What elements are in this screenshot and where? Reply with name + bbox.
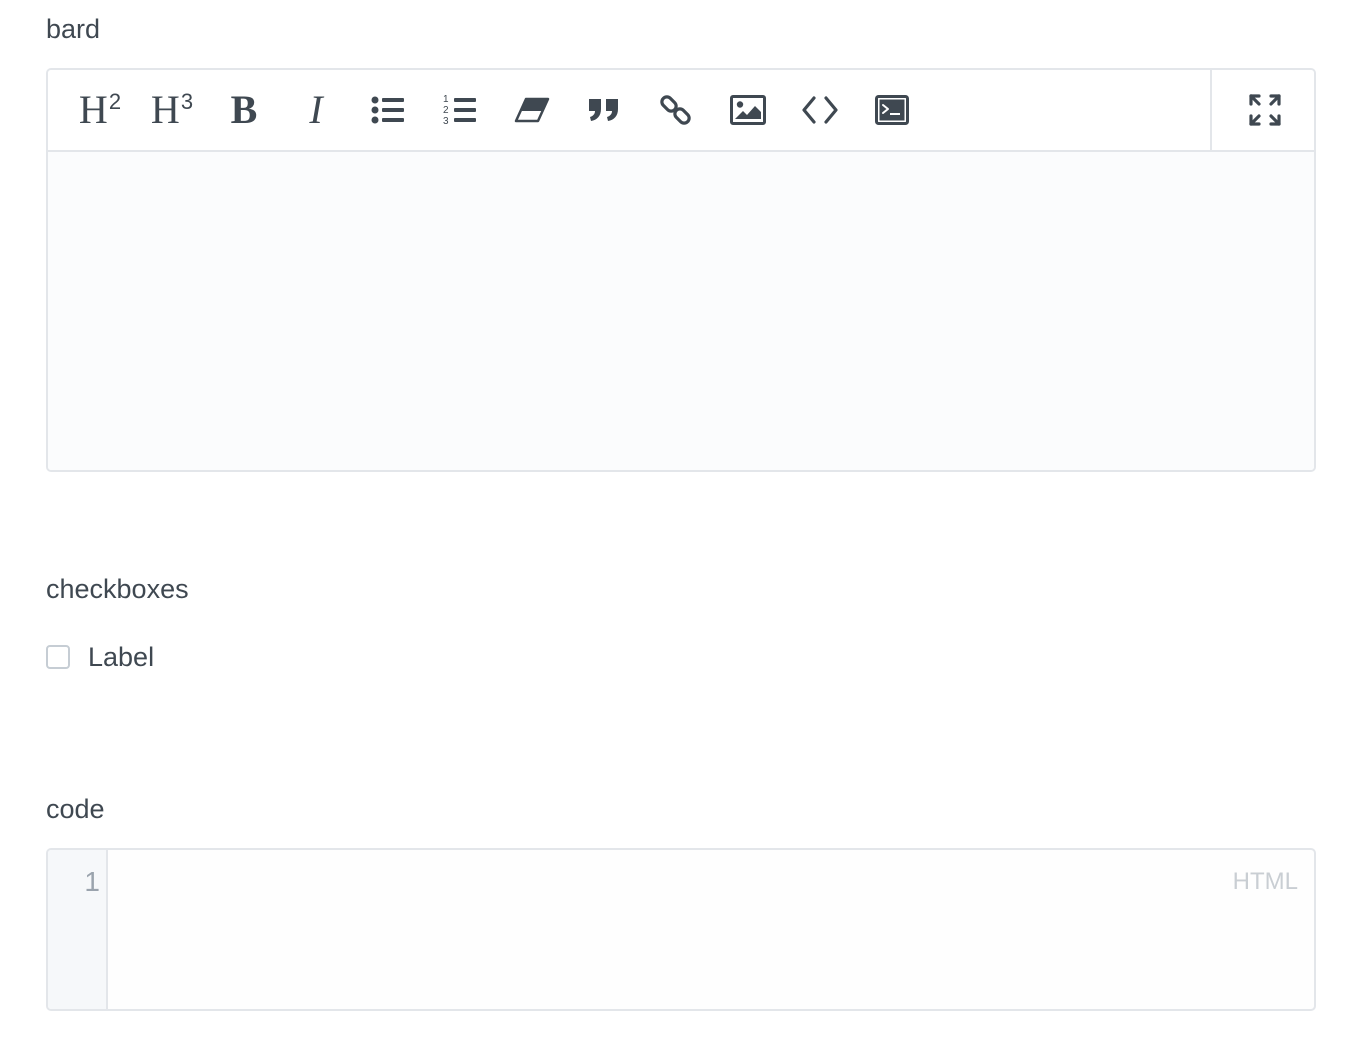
link-icon (660, 95, 691, 125)
eraser-icon (514, 97, 550, 123)
toolbar-divider (1210, 70, 1212, 150)
svg-text:2: 2 (443, 105, 449, 116)
heading-3-level: 3 (180, 89, 194, 114)
fullscreen-button[interactable] (1237, 84, 1293, 136)
expand-icon (1249, 94, 1281, 126)
checkbox-option-text: Label (88, 641, 155, 672)
link-button[interactable] (648, 84, 704, 136)
bard-field-label: bard (46, 14, 101, 44)
clear-formatting-button[interactable] (504, 84, 560, 136)
checkbox-option-label[interactable]: Label (46, 642, 154, 672)
code-button[interactable] (792, 84, 848, 136)
quote-icon (589, 99, 618, 121)
svg-text:3: 3 (443, 116, 449, 127)
heading-3-button[interactable]: H3 (144, 84, 200, 136)
heading-2-button[interactable]: H2 (72, 84, 128, 136)
image-button[interactable] (720, 84, 776, 136)
image-icon (730, 95, 766, 125)
bold-button[interactable]: B (216, 84, 272, 136)
checkboxes-field-label: checkboxes (46, 574, 189, 604)
code-input-area[interactable]: HTML (108, 850, 1314, 1009)
heading-3-icon: H3 (151, 90, 193, 130)
italic-icon: I (309, 87, 323, 132)
checkbox[interactable] (46, 645, 70, 669)
heading-2-letter: H (78, 87, 108, 132)
heading-2-level: 2 (108, 89, 122, 114)
code-field-label: code (46, 794, 105, 824)
bold-icon: B (230, 87, 258, 132)
code-gutter: 1 (48, 850, 108, 1009)
heading-2-icon: H2 (79, 90, 121, 130)
code-mode-label: HTML (1232, 868, 1298, 895)
blockquote-button[interactable] (576, 84, 632, 136)
ordered-list-button[interactable]: 1 2 3 (432, 84, 488, 136)
list-ul-icon (371, 96, 404, 124)
bard-editor: H2 H3 B I 1 2 3 (46, 68, 1316, 472)
terminal-icon (875, 95, 909, 125)
heading-3-letter: H (150, 87, 180, 132)
italic-button[interactable]: I (288, 84, 344, 136)
bard-toolbar: H2 H3 B I 1 2 3 (48, 70, 1314, 152)
list-ol-icon: 1 2 3 (443, 94, 476, 127)
code-block-button[interactable] (864, 84, 920, 136)
bullet-list-button[interactable] (360, 84, 416, 136)
svg-text:1: 1 (443, 94, 449, 105)
bard-content-area[interactable] (48, 152, 1314, 470)
code-icon (802, 96, 838, 124)
line-number: 1 (84, 866, 100, 897)
code-editor: 1 HTML (46, 848, 1316, 1011)
